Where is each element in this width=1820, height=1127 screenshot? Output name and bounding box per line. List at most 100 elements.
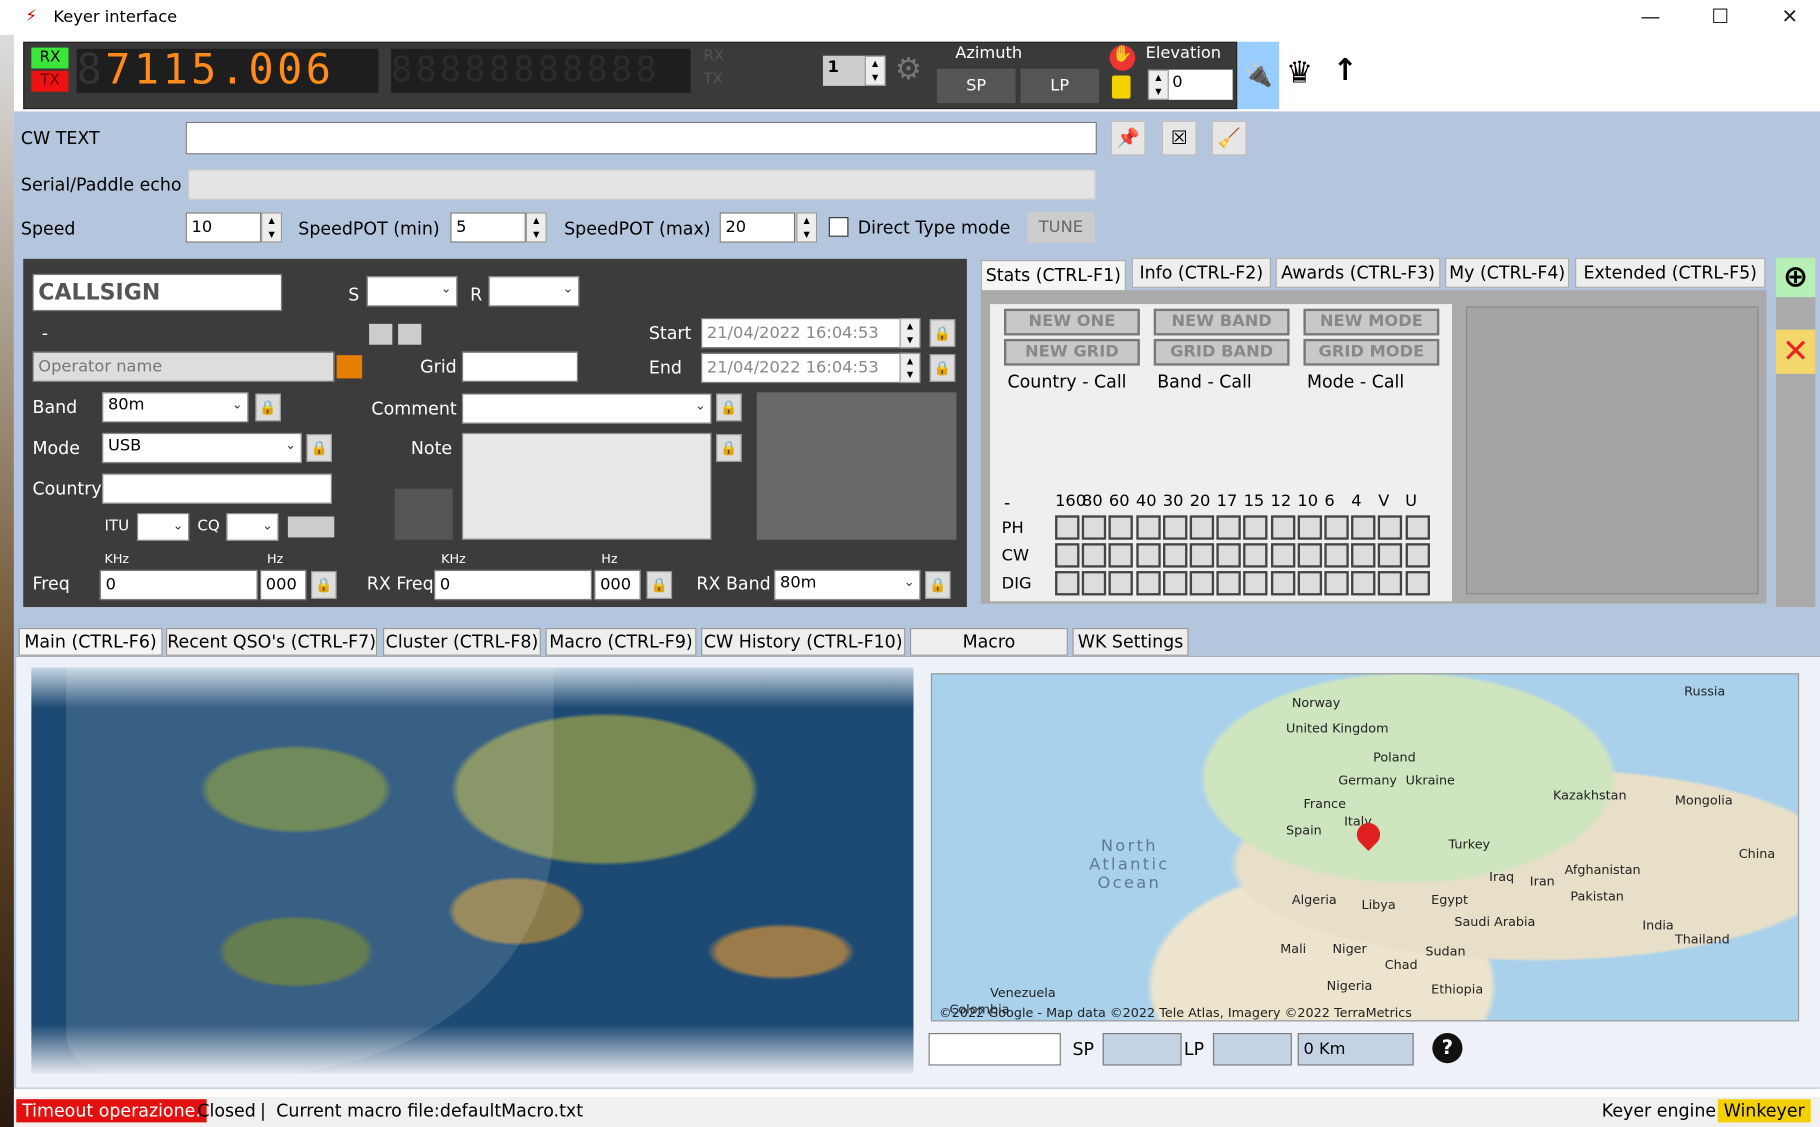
- delete-button[interactable]: ✕: [1775, 329, 1816, 374]
- speed-spinner[interactable]: ▲ ▼: [261, 212, 283, 243]
- gear-icon[interactable]: ⚙: [895, 52, 922, 87]
- freq-hz-input[interactable]: 000: [259, 569, 307, 601]
- band-select[interactable]: 80m ⌄: [102, 392, 249, 423]
- map-place-label: Germany: [1338, 773, 1397, 789]
- tab-main[interactable]: Main (CTRL-F6): [18, 627, 163, 656]
- elevation-input[interactable]: 0: [1168, 69, 1233, 100]
- end-spinner[interactable]: ▲ ▼: [899, 352, 921, 384]
- cq-select[interactable]: ⌄: [226, 513, 279, 541]
- speedpot-min-input[interactable]: 5: [450, 212, 526, 243]
- new-grid-button[interactable]: NEW GRID: [1004, 338, 1140, 366]
- start-datetime[interactable]: 21/04/2022 16:04:53: [701, 318, 910, 349]
- note-lock-icon[interactable]: 🔒: [716, 434, 742, 462]
- azimuth-lp-button[interactable]: LP: [1019, 67, 1101, 105]
- rst-sent-select[interactable]: ⌄: [366, 276, 458, 307]
- band-lock-icon[interactable]: 🔒: [255, 393, 281, 422]
- speedpot-max-input[interactable]: 20: [719, 212, 796, 243]
- tab-wk-settings[interactable]: WK Settings: [1072, 627, 1189, 656]
- tab-awards[interactable]: Awards (CTRL-F3): [1275, 257, 1441, 288]
- start-lock-icon[interactable]: 🔒: [929, 319, 956, 348]
- new-mode-button[interactable]: NEW MODE: [1303, 308, 1440, 336]
- freq-lock-icon[interactable]: 🔒: [311, 571, 337, 599]
- flag-box-1[interactable]: [369, 323, 393, 345]
- location-map[interactable]: Russia Norway United Kingdom Poland Germany U…: [930, 673, 1800, 1022]
- direct-type-checkbox[interactable]: [828, 217, 849, 237]
- rx-freq-label: RX Freq: [366, 573, 434, 595]
- new-one-button[interactable]: NEW ONE: [1004, 308, 1140, 336]
- zone-box: [287, 516, 335, 538]
- rx-freq-hz-input[interactable]: 000: [594, 569, 641, 601]
- freq-label: Freq: [32, 573, 70, 595]
- end-datetime[interactable]: 21/04/2022 16:04:53: [701, 352, 910, 384]
- mode-lock-icon[interactable]: 🔒: [306, 434, 332, 462]
- speedpot-min-spinner[interactable]: ▲ ▼: [525, 212, 547, 243]
- crown-icon[interactable]: ♛: [1286, 56, 1313, 91]
- end-lock-icon[interactable]: 🔒: [929, 354, 956, 382]
- freq-khz-input[interactable]: 0: [99, 569, 258, 601]
- start-spinner[interactable]: ▲ ▼: [899, 318, 921, 349]
- locator-input[interactable]: [928, 1033, 1061, 1066]
- tab-my[interactable]: My (CTRL-F4): [1445, 257, 1570, 288]
- rx-freq-lock-icon[interactable]: 🔒: [646, 571, 673, 599]
- tx-indicator[interactable]: TX: [31, 70, 69, 92]
- tab-cw-history[interactable]: CW History (CTRL-F10): [701, 627, 906, 656]
- note-textarea[interactable]: [461, 432, 712, 540]
- azimuth-sp-button[interactable]: SP: [935, 67, 1017, 105]
- callsign-input[interactable]: CALLSIGN: [32, 273, 283, 312]
- band-header: 80: [1081, 492, 1103, 511]
- close-button[interactable]: ✕: [1764, 5, 1815, 33]
- connect-plug-button[interactable]: 🔌: [1237, 41, 1280, 110]
- speedpot-max-spinner[interactable]: ▲ ▼: [796, 212, 818, 243]
- band-mode-cell: [1135, 515, 1161, 540]
- cw-text-input[interactable]: [185, 121, 1097, 155]
- info-tabs-panel: Stats (CTRL-F1) Info (CTRL-F2) Awards (C…: [978, 257, 1769, 608]
- lock-icon[interactable]: [1111, 75, 1131, 99]
- add-button[interactable]: ⊕: [1775, 257, 1816, 298]
- country-select[interactable]: [102, 473, 332, 504]
- tab-info[interactable]: Info (CTRL-F2): [1131, 257, 1271, 288]
- grid-corner: -: [1004, 492, 1011, 514]
- maximize-button[interactable]: ☐: [1695, 5, 1746, 33]
- map-place-label: Thailand: [1674, 932, 1730, 948]
- comment-select[interactable]: ⌄: [461, 393, 712, 424]
- operator-card-icon[interactable]: [336, 355, 363, 379]
- tab-cluster[interactable]: Cluster (CTRL-F8): [383, 627, 541, 656]
- arrow-up-icon[interactable]: ↑: [1332, 53, 1357, 88]
- grid-mode-button[interactable]: GRID MODE: [1303, 338, 1440, 366]
- tab-recent-qsos[interactable]: Recent QSO's (CTRL-F7): [165, 627, 378, 656]
- tab-extended[interactable]: Extended (CTRL-F5): [1575, 257, 1766, 288]
- rig-number-spinner[interactable]: ▲ ▼: [864, 55, 886, 86]
- broom-button[interactable]: 🧹: [1211, 120, 1247, 156]
- speed-label: Speed: [20, 218, 76, 240]
- tab-stats[interactable]: Stats (CTRL-F1): [980, 259, 1126, 291]
- rst-received-select[interactable]: ⌄: [488, 276, 580, 307]
- tune-button[interactable]: TUNE: [1027, 212, 1095, 243]
- rx-indicator[interactable]: RX: [31, 47, 69, 69]
- tab-macro[interactable]: Macro (CTRL-F9): [545, 627, 697, 656]
- rig-number-input[interactable]: 1: [822, 55, 865, 86]
- grid-input[interactable]: [461, 351, 579, 382]
- rx-freq-khz-input[interactable]: 0: [434, 569, 592, 601]
- help-icon[interactable]: ?: [1432, 1033, 1463, 1064]
- flag-box-2[interactable]: [398, 323, 422, 345]
- tab-macro-information[interactable]: Macro information: [909, 627, 1068, 678]
- qso-panel: CALLSIGN S ⌄ R ⌄ - Start 21/04/2022 16:0…: [23, 258, 967, 608]
- rx-band-lock-icon[interactable]: 🔒: [925, 571, 951, 599]
- operator-name-input[interactable]: Operator name: [32, 351, 335, 382]
- map-place-label: Chad: [1384, 957, 1418, 973]
- stop-hand-icon[interactable]: ✋: [1109, 45, 1136, 71]
- elevation-spinner[interactable]: ▲ ▼: [1147, 69, 1169, 100]
- frequency-display[interactable]: 87115.006: [76, 48, 379, 93]
- minimize-button[interactable]: —: [1625, 5, 1676, 33]
- band-header: 15: [1243, 492, 1265, 511]
- clear-button[interactable]: ☒: [1161, 120, 1197, 156]
- grayline-world-map[interactable]: [31, 667, 914, 1074]
- pin-button[interactable]: 📌: [1110, 120, 1146, 156]
- speed-input[interactable]: 10: [185, 212, 262, 243]
- mode-select[interactable]: USB ⌄: [102, 432, 302, 464]
- new-band-button[interactable]: NEW BAND: [1153, 308, 1290, 336]
- comment-lock-icon[interactable]: 🔒: [716, 393, 742, 422]
- rx-band-select[interactable]: 80m ⌄: [774, 569, 921, 601]
- itu-select[interactable]: ⌄: [136, 513, 190, 541]
- grid-band-button[interactable]: GRID BAND: [1153, 338, 1290, 366]
